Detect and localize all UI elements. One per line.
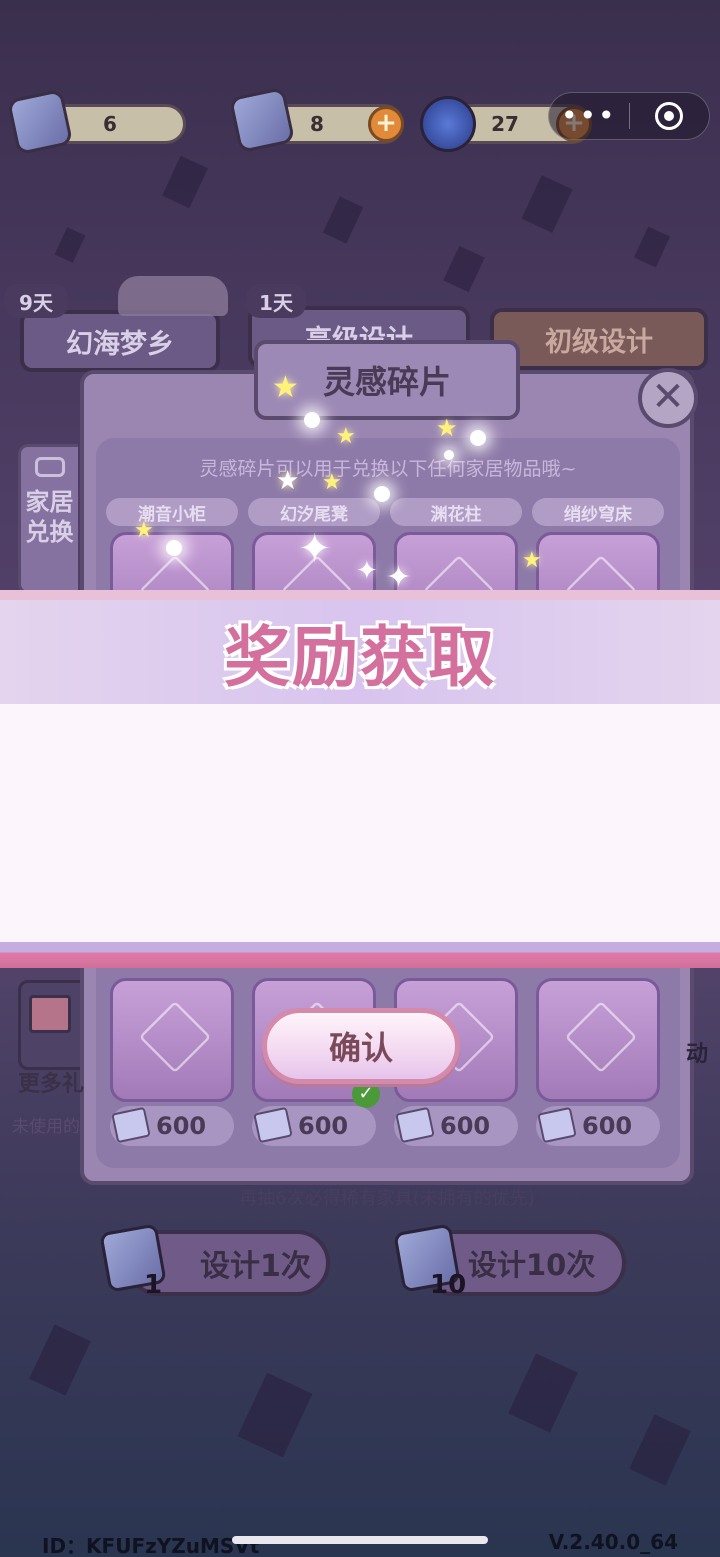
- bg-shard: [237, 1372, 313, 1458]
- pity-hint: 再抽6次必得稀有家具(未拥有的优先): [239, 1188, 535, 1209]
- rug-icon: [564, 1000, 638, 1074]
- close-button[interactable]: ✕: [638, 368, 698, 428]
- price-tag: 600: [110, 1106, 234, 1146]
- reward-title: 奖励获取: [224, 619, 496, 696]
- bg-shard: [629, 1414, 691, 1486]
- more-gifts-button[interactable]: [18, 980, 80, 1070]
- blueprint-icon: [6, 88, 74, 156]
- item-label: 幻汐尾凳: [248, 498, 380, 526]
- bg-shard: [508, 1353, 578, 1433]
- right-side-label: 动: [686, 1042, 709, 1067]
- curtain-icon: [138, 1000, 212, 1074]
- reward-banner-header: 奖励获取: [0, 600, 720, 704]
- star-sparkle-icon: ★: [436, 414, 458, 442]
- design-once-label: 设计1次: [200, 1249, 311, 1284]
- badge-text: 1天: [259, 290, 293, 315]
- gift-icon: [29, 995, 71, 1033]
- player-id: ID：KFUFzYZuMSVt: [42, 1534, 260, 1557]
- price-value: 600: [298, 1112, 349, 1140]
- price-tag: 600: [252, 1106, 376, 1146]
- shell-scroll-icon: [228, 86, 296, 154]
- confirm-button[interactable]: 确认: [262, 1008, 460, 1084]
- star-sparkle-icon: ★: [336, 424, 356, 449]
- confirm-label: 确认: [328, 1029, 393, 1067]
- tab-dream-sea[interactable]: 幻海梦乡: [20, 310, 220, 372]
- add-scroll-button[interactable]: +: [368, 106, 404, 142]
- item-label: 绡纱穹床: [532, 498, 664, 526]
- bg-shard: [162, 155, 208, 209]
- version-label: V.2.40.0_64: [548, 1530, 678, 1554]
- price-value: 600: [156, 1112, 207, 1140]
- glow-orb: [166, 540, 182, 556]
- blueprint-icon: [111, 1106, 151, 1144]
- design-once-cost: 1: [144, 1270, 163, 1300]
- price-tag: 600: [394, 1106, 518, 1146]
- item-label: 潮音小柜: [106, 498, 238, 526]
- sparkle-icon: ✦: [298, 526, 332, 572]
- glow-orb: [444, 450, 454, 460]
- design-ten-label: 设计10次: [468, 1248, 596, 1282]
- resource-value: 6: [103, 112, 117, 136]
- star-sparkle-icon: ★: [272, 370, 299, 405]
- star-sparkle-icon: ★: [134, 518, 154, 543]
- star-sparkle-icon: ★: [522, 548, 542, 573]
- resource-value: 27: [491, 112, 519, 136]
- reward-banner-body: [0, 704, 720, 942]
- bg-shard: [443, 245, 485, 293]
- home-indicator[interactable]: [232, 1536, 488, 1544]
- more-dots-icon[interactable]: •••: [549, 96, 629, 136]
- owned-check-icon: ✓: [352, 1080, 380, 1108]
- resource-value: 8: [310, 112, 324, 136]
- tab-basic-design[interactable]: 初级设计: [490, 308, 708, 370]
- glow-orb: [470, 430, 486, 446]
- bg-shard: [633, 226, 671, 268]
- side-tab-home-exchange[interactable]: 家居兑换: [18, 444, 78, 594]
- bg-shard: [29, 1324, 91, 1396]
- unused-label: 未使用的: [12, 1117, 80, 1137]
- item-label: 渊花柱: [390, 498, 522, 526]
- star-sparkle-icon: ★: [276, 466, 300, 496]
- blueprint-icon: [537, 1106, 577, 1144]
- sparkle-icon: ✦: [386, 560, 412, 595]
- tab-label: 初级设计: [545, 326, 653, 358]
- glow-orb: [304, 412, 320, 428]
- close-icon: ✕: [651, 374, 685, 420]
- item-card[interactable]: [110, 978, 234, 1102]
- blueprint-icon: [253, 1106, 293, 1144]
- design-ten-cost: 10: [430, 1270, 467, 1300]
- bg-shard: [54, 227, 86, 263]
- tab-day-badge: 1天: [246, 284, 306, 318]
- target-icon[interactable]: [630, 102, 710, 130]
- miniprogram-capsule: •••: [548, 92, 710, 140]
- side-tab-label: 家居兑换: [25, 488, 74, 546]
- swirl-orb-icon: [420, 96, 476, 152]
- tab-label: 幻海梦乡: [66, 328, 174, 360]
- bg-shard: [322, 196, 364, 244]
- exchange-title-text: 灵感碎片: [322, 363, 451, 401]
- banner-bottom-stripe: [0, 942, 720, 968]
- bg-shard: [521, 175, 573, 233]
- blueprint-icon: [395, 1106, 435, 1144]
- price-value: 600: [440, 1112, 491, 1140]
- exchange-hint: 灵感碎片可以用于兑换以下任何家居物品哦~: [199, 458, 577, 480]
- star-sparkle-icon: ★: [322, 470, 342, 495]
- sofa-icon: [35, 457, 65, 477]
- badge-text: 9天: [19, 290, 53, 315]
- price-tag: 600: [536, 1106, 660, 1146]
- price-value: 600: [582, 1112, 633, 1140]
- mermaid-decoration-icon: [118, 276, 228, 316]
- more-gifts-label: 更多礼: [18, 1072, 85, 1097]
- glow-orb: [374, 486, 390, 502]
- sparkle-icon: ✦: [356, 556, 378, 586]
- item-card[interactable]: [536, 978, 660, 1102]
- tab-day-badge: 9天: [4, 284, 68, 318]
